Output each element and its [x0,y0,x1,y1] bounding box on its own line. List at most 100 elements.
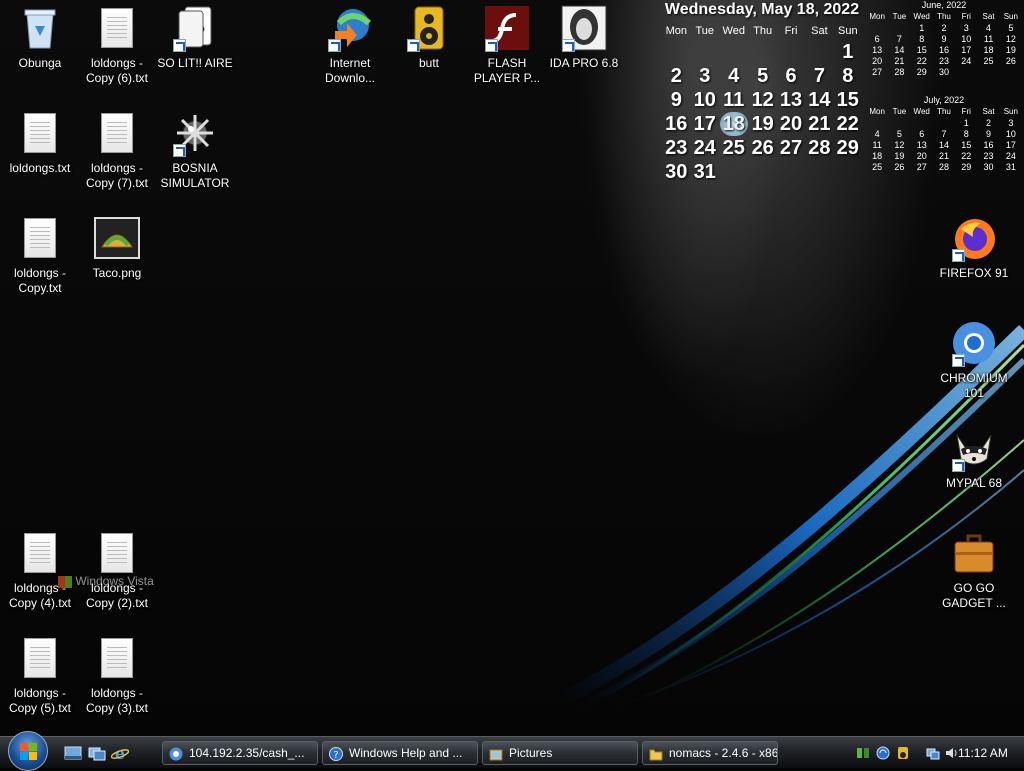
calendar-day[interactable]: 18 [977,44,999,55]
calendar-day[interactable]: 6 [777,64,805,88]
calendar-day[interactable]: 14 [888,44,910,55]
calendar-day[interactable]: 19 [1000,44,1022,55]
calendar-day[interactable]: 3 [691,64,719,88]
taskbar-button-chromium[interactable]: 104.192.2.35/cash_... [162,741,318,765]
calendar-day[interactable]: 4 [866,128,888,139]
calendar-day[interactable]: 28 [888,66,910,77]
calendar-day[interactable]: 30 [662,160,691,184]
calendar-day[interactable]: 15 [911,44,933,55]
calendar-day[interactable]: 4 [719,64,749,88]
calendar-day[interactable]: 21 [805,112,833,136]
calendar-day[interactable]: 19 [749,112,777,136]
calendar-day[interactable]: 13 [777,88,805,112]
calendar-day[interactable]: 2 [933,22,955,33]
show-desktop-icon[interactable] [64,744,82,762]
calendar-day[interactable]: 4 [977,22,999,33]
calendar-day[interactable]: 5 [749,64,777,88]
calendar-day[interactable]: 14 [805,88,833,112]
calendar-day[interactable]: 13 [866,44,888,55]
calendar-day[interactable]: 8 [911,33,933,44]
calendar-day[interactable]: 12 [888,139,910,150]
calendar-day[interactable]: 21 [933,150,955,161]
calendar-day[interactable]: 11 [866,139,888,150]
calendar-day[interactable]: 10 [955,33,977,44]
switch-windows-icon[interactable] [88,744,106,762]
calendar-day[interactable]: 16 [662,112,691,136]
file-loldongs-copy-3[interactable]: loldongs - Copy (3).txt [79,630,155,716]
calendar-day[interactable]: 9 [977,128,999,139]
calendar-day[interactable]: 29 [834,136,862,160]
shortcut-butt[interactable]: butt [391,0,467,71]
calendar-day[interactable]: 6 [866,33,888,44]
calendar-day[interactable]: 1 [955,117,977,128]
calendar-day[interactable]: 14 [933,139,955,150]
calendar-day[interactable]: 17 [691,112,719,136]
calendar-gadget-main[interactable]: Wednesday, May 18, 2022 Mon Tue Wed Thu Fri S… [662,0,862,184]
desktop[interactable]: Obunga loldongs - Copy (6).txt ♠ SO LIT!… [0,0,1024,736]
calendar-day[interactable]: 22 [955,150,977,161]
volume-icon[interactable] [944,745,958,759]
shortcut-bosnia-simulator[interactable]: BOSNIA SIMULATOR [157,105,233,191]
shortcut-mypal[interactable]: MYPAL 68 [936,420,1012,491]
calendar-day[interactable]: 31 [1000,161,1022,172]
calendar-day[interactable]: 1 [834,40,862,64]
file-loldongs-copy-5[interactable]: loldongs - Copy (5).txt [2,630,78,716]
calendar-day[interactable]: 20 [777,112,805,136]
calendar-gadget-june[interactable]: June, 2022 Mon Tue Wed Thu Fri Sat Sun 1234567… [866,0,1022,77]
calendar-day[interactable]: 17 [1000,139,1022,150]
calendar-day[interactable]: 24 [691,136,719,160]
calendar-day[interactable]: 2 [662,64,691,88]
calendar-day[interactable]: 10 [691,88,719,112]
calendar-day[interactable]: 3 [1000,117,1022,128]
calendar-day[interactable]: 8 [955,128,977,139]
calendar-day[interactable]: 19 [888,150,910,161]
taskbar-button-nomacs[interactable]: nomacs - 2.4.6 - x86 - ... [642,741,778,765]
network-status-icon[interactable] [926,745,940,760]
shortcut-chromium[interactable]: CHROMIUM 101 [936,315,1012,401]
calendar-day[interactable]: 10 [1000,128,1022,139]
calendar-day[interactable]: 16 [977,139,999,150]
taskbar-button-windows-help[interactable]: ? Windows Help and ... [322,741,478,765]
calendar-day[interactable]: 1 [911,22,933,33]
shortcut-ida-pro[interactable]: IDA PRO 6.8 [546,0,622,71]
network-tray-icon[interactable] [856,745,870,759]
calendar-day[interactable]: 27 [911,161,933,172]
calendar-day[interactable]: 8 [834,64,862,88]
calendar-day[interactable]: 21 [888,55,910,66]
shortcut-gadget[interactable]: GO GO GADGET ... [936,525,1012,611]
calendar-day[interactable]: 25 [866,161,888,172]
file-loldongs-copy-6[interactable]: loldongs - Copy (6).txt [79,0,155,86]
calendar-day[interactable]: 24 [955,55,977,66]
shortcut-internet-download[interactable]: Internet Downlo... [312,0,388,86]
file-loldongs-copy[interactable]: loldongs - Copy.txt [2,210,78,296]
calendar-day[interactable]: 18 [866,150,888,161]
start-button[interactable] [8,731,48,771]
calendar-day[interactable]: 2 [977,117,999,128]
shortcut-flash-player[interactable]: FLASH PLAYER P... [469,0,545,86]
calendar-day[interactable]: 15 [955,139,977,150]
calendar-day[interactable]: 24 [1000,150,1022,161]
calendar-day[interactable]: 12 [749,88,777,112]
calendar-day[interactable]: 17 [955,44,977,55]
file-loldongs-copy-7[interactable]: loldongs - Copy (7).txt [79,105,155,191]
calendar-day[interactable]: 5 [888,128,910,139]
calendar-day[interactable]: 30 [977,161,999,172]
recycle-bin[interactable]: Obunga [2,0,78,71]
internet-explorer-icon[interactable]: e [110,744,130,763]
taskbar-button-pictures[interactable]: Pictures [482,741,638,765]
calendar-day[interactable]: 30 [933,66,955,77]
calendar-day-today[interactable]: 18 [719,112,749,136]
calendar-day[interactable]: 5 [1000,22,1022,33]
clock[interactable]: 11:12 AM [958,741,1008,765]
calendar-day[interactable]: 6 [911,128,933,139]
calendar-day[interactable]: 27 [777,136,805,160]
calendar-day[interactable]: 23 [933,55,955,66]
calendar-day[interactable]: 27 [866,66,888,77]
shortcut-firefox[interactable]: FIREFOX 91 [936,210,1012,281]
calendar-day[interactable]: 11 [719,88,749,112]
calendar-day[interactable]: 22 [911,55,933,66]
file-loldongs-copy-2[interactable]: loldongs - Copy (2).txt [79,525,155,611]
file-loldongs-copy-4[interactable]: loldongs - Copy (4).txt [2,525,78,611]
calendar-day[interactable]: 22 [834,112,862,136]
calendar-day[interactable]: 20 [911,150,933,161]
